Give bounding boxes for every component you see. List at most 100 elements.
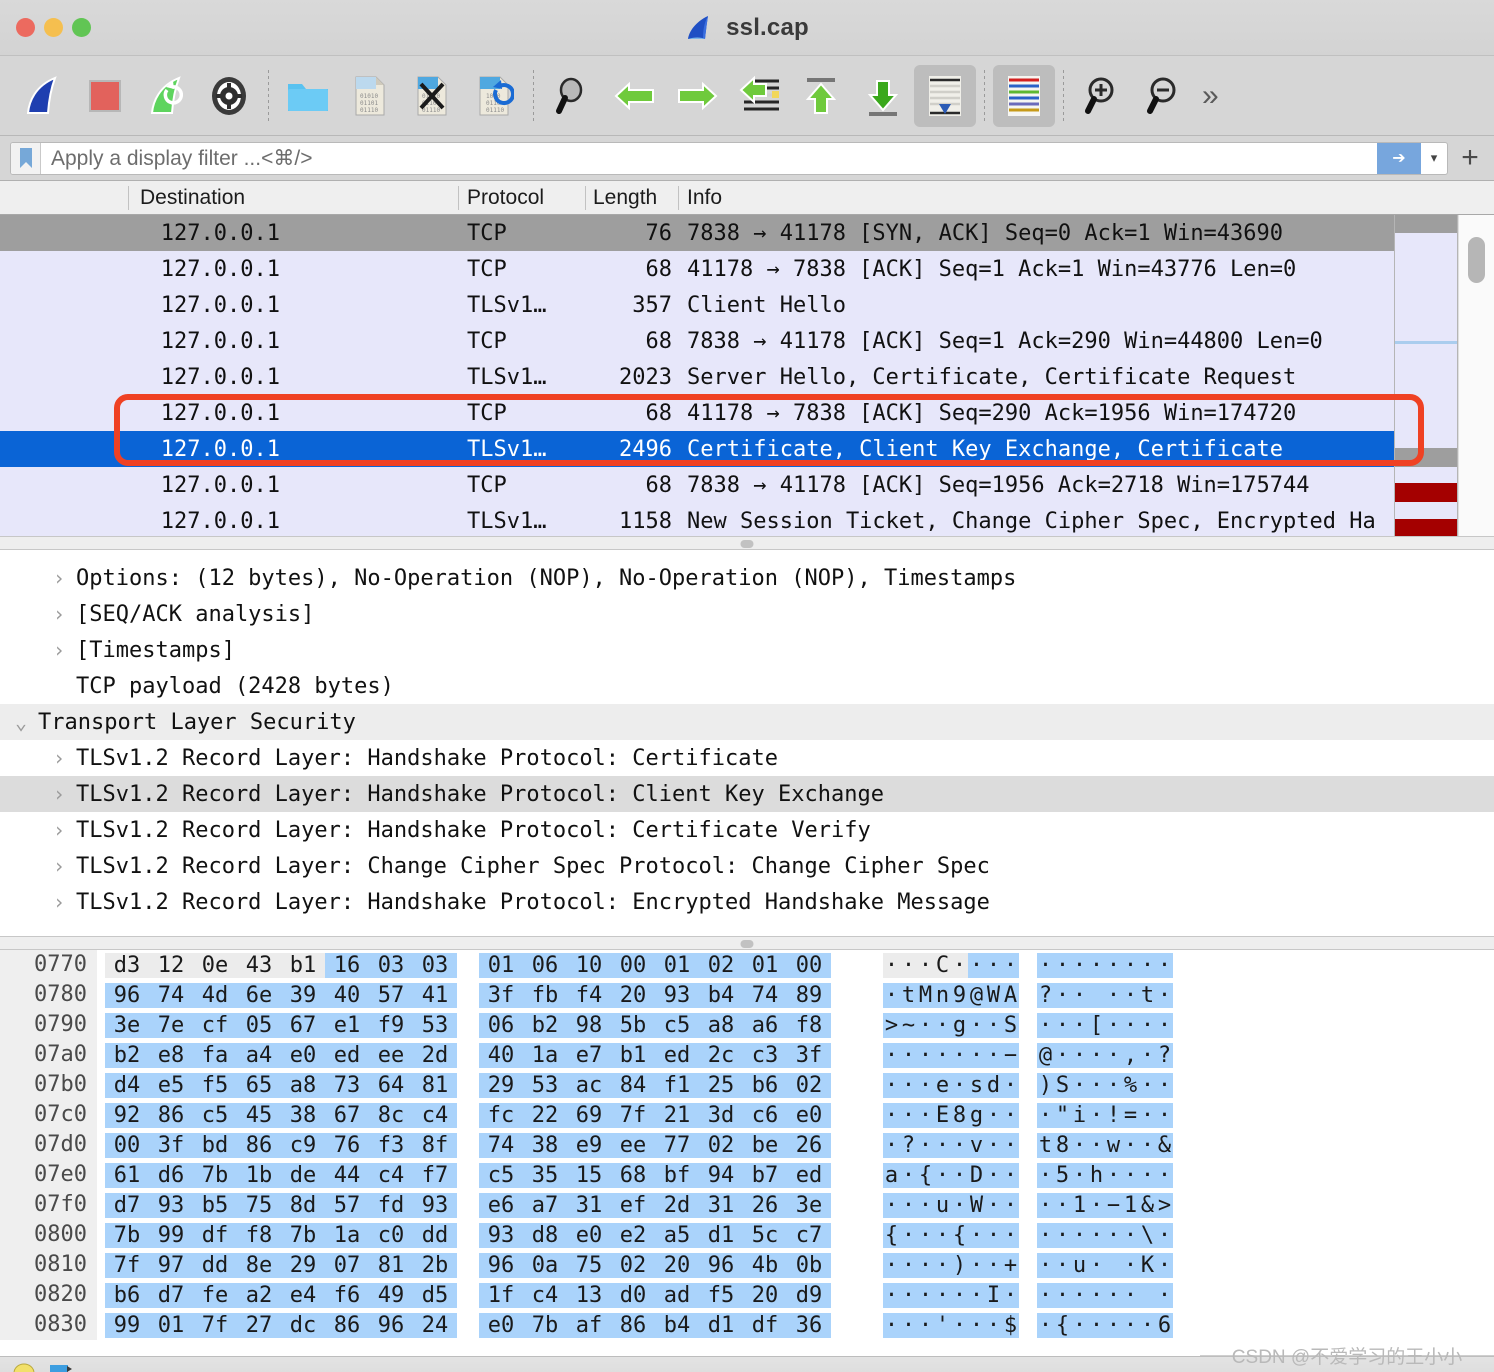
ascii-char[interactable]: · bbox=[968, 1222, 985, 1248]
hex-byte[interactable]: c3 bbox=[743, 1042, 787, 1068]
hex-byte[interactable]: ac bbox=[567, 1072, 611, 1098]
hex-byte[interactable]: 39 bbox=[281, 982, 325, 1008]
ascii-char[interactable]: · bbox=[1156, 1282, 1173, 1308]
hex-byte[interactable]: 67 bbox=[325, 1102, 369, 1128]
hex-byte[interactable]: ee bbox=[611, 1132, 655, 1158]
hex-dump-row[interactable]: 07b0 d4 e5 f5 65 a8 73 64 81 29 53 ac 84 f1 25 b6 02 · · · e… bbox=[0, 1070, 1494, 1100]
ascii-char[interactable]: · bbox=[917, 1192, 934, 1218]
hex-byte[interactable]: 65 bbox=[237, 1072, 281, 1098]
hex-byte[interactable]: d1 bbox=[699, 1312, 743, 1338]
open-file-button[interactable] bbox=[277, 65, 339, 127]
hex-byte[interactable]: 38 bbox=[523, 1132, 567, 1158]
chevron-right-icon[interactable]: › bbox=[48, 818, 70, 842]
hex-byte[interactable]: 57 bbox=[325, 1192, 369, 1218]
chevron-right-icon[interactable]: › bbox=[48, 890, 70, 914]
ascii-char[interactable]: [ bbox=[1088, 1012, 1105, 1038]
hex-byte[interactable]: e9 bbox=[567, 1132, 611, 1158]
ascii-char[interactable]: · bbox=[883, 1312, 900, 1338]
hex-byte[interactable]: de bbox=[281, 1162, 325, 1188]
ascii-char[interactable]: d bbox=[985, 1072, 1002, 1098]
ascii-char[interactable]: K bbox=[1139, 1252, 1156, 1278]
ascii-char[interactable]: · bbox=[1037, 1162, 1054, 1188]
detail-tree-row[interactable]: › TLSv1.2 Record Layer: Handshake Protoco… bbox=[0, 740, 1494, 776]
ascii-char[interactable]: ~ bbox=[900, 1012, 917, 1038]
hex-byte[interactable]: 7e bbox=[149, 1012, 193, 1038]
ascii-char[interactable]: · bbox=[883, 1252, 900, 1278]
ascii-char[interactable]: · bbox=[1105, 1282, 1122, 1308]
ascii-char[interactable]: ' bbox=[934, 1312, 951, 1338]
ascii-char[interactable]: u bbox=[1071, 1252, 1088, 1278]
ascii-char[interactable]: · bbox=[1037, 1222, 1054, 1248]
hex-byte[interactable]: 05 bbox=[237, 1012, 281, 1038]
ascii-char[interactable]: A bbox=[1002, 982, 1019, 1008]
hex-byte[interactable]: fc bbox=[479, 1102, 523, 1128]
hex-byte[interactable]: 73 bbox=[325, 1072, 369, 1098]
column-header-info[interactable]: Info bbox=[678, 181, 1494, 215]
hex-byte[interactable]: 21 bbox=[655, 1102, 699, 1128]
hex-dump-row[interactable]: 0780 96 74 4d 6e 39 40 57 41 3f fb f4 20 93 b4 74 89 · t Mn… bbox=[0, 980, 1494, 1010]
hex-byte[interactable]: d7 bbox=[149, 1282, 193, 1308]
ascii-char[interactable]: · bbox=[917, 1102, 934, 1128]
ascii-char[interactable]: ? bbox=[1037, 982, 1054, 1008]
save-file-button[interactable]: 01010 01101 01110 bbox=[339, 65, 401, 127]
ascii-char[interactable]: 5 bbox=[1054, 1162, 1071, 1188]
restart-capture-button[interactable] bbox=[136, 65, 198, 127]
ascii-char[interactable]: · bbox=[1156, 1072, 1173, 1098]
ascii-char[interactable]: · bbox=[900, 1162, 917, 1188]
go-forward-button[interactable] bbox=[666, 65, 728, 127]
hex-byte[interactable]: 0a bbox=[523, 1252, 567, 1278]
hex-byte[interactable]: 99 bbox=[105, 1312, 149, 1338]
hex-byte[interactable]: 43 bbox=[237, 952, 281, 978]
ascii-char[interactable]: · bbox=[985, 1102, 1002, 1128]
ascii-char[interactable]: · bbox=[951, 1132, 968, 1158]
hex-byte[interactable]: ee bbox=[369, 1042, 413, 1068]
hex-byte[interactable]: 2d bbox=[655, 1192, 699, 1218]
ascii-char[interactable]: + bbox=[1002, 1252, 1019, 1278]
ascii-char[interactable]: · bbox=[934, 1162, 951, 1188]
hex-byte[interactable]: 1a bbox=[523, 1042, 567, 1068]
ascii-char[interactable]: · bbox=[934, 1282, 951, 1308]
hex-dump-row[interactable]: 0790 3e 7e cf 05 67 e1 f9 53 06 b2 98 5b c5 a8 a6 f8 > ~ · ·… bbox=[0, 1010, 1494, 1040]
chevron-right-icon[interactable]: › bbox=[48, 566, 70, 590]
hex-dump-row[interactable]: 07a0 b2 e8 fa a4 e0 ed ee 2d 40 1a e7 b1 ed 2c c3 3f · · · ·… bbox=[0, 1040, 1494, 1070]
ascii-char[interactable]: { bbox=[951, 1222, 968, 1248]
hex-byte[interactable]: 0e bbox=[193, 952, 237, 978]
ascii-char[interactable]: " bbox=[1054, 1102, 1071, 1128]
ascii-char[interactable]: · bbox=[1139, 1312, 1156, 1338]
chevron-right-icon[interactable]: › bbox=[48, 602, 70, 626]
hex-byte[interactable]: 77 bbox=[655, 1132, 699, 1158]
hex-byte[interactable]: 00 bbox=[611, 952, 655, 978]
hex-byte[interactable]: 4d bbox=[193, 982, 237, 1008]
hex-byte[interactable]: b4 bbox=[699, 982, 743, 1008]
hex-byte[interactable]: c5 bbox=[193, 1102, 237, 1128]
hex-byte[interactable]: f6 bbox=[325, 1282, 369, 1308]
ascii-char[interactable] bbox=[1088, 982, 1105, 1008]
ascii-char[interactable]: · bbox=[1139, 1102, 1156, 1128]
packet-row[interactable]: 127.0.0.1 TCP 68 41178 → 7838 [ACK] Seq=290… bbox=[0, 395, 1494, 431]
hex-byte[interactable]: be bbox=[743, 1132, 787, 1158]
hex-byte[interactable]: 3f bbox=[787, 1042, 831, 1068]
hex-byte[interactable]: b7 bbox=[743, 1162, 787, 1188]
hex-byte[interactable]: 81 bbox=[369, 1252, 413, 1278]
ascii-char[interactable]: · bbox=[900, 1222, 917, 1248]
list-detail-splitter[interactable] bbox=[0, 536, 1494, 550]
ascii-char[interactable]: · bbox=[1105, 1012, 1122, 1038]
hex-byte[interactable]: d4 bbox=[105, 1072, 149, 1098]
hex-byte[interactable]: f7 bbox=[413, 1162, 457, 1188]
ascii-char[interactable]: h bbox=[1088, 1162, 1105, 1188]
find-packet-button[interactable] bbox=[542, 65, 604, 127]
ascii-char[interactable]: · bbox=[985, 1162, 1002, 1188]
hex-byte[interactable]: 7f bbox=[105, 1252, 149, 1278]
hex-byte[interactable]: 15 bbox=[567, 1162, 611, 1188]
ascii-char[interactable]: & bbox=[1156, 1132, 1173, 1158]
hex-byte[interactable]: f3 bbox=[369, 1132, 413, 1158]
hex-byte[interactable]: 89 bbox=[787, 982, 831, 1008]
chevron-right-icon[interactable]: › bbox=[48, 746, 70, 770]
hex-byte[interactable]: 75 bbox=[237, 1192, 281, 1218]
ascii-char[interactable]: · bbox=[1071, 1132, 1088, 1158]
hex-byte[interactable]: 7b bbox=[523, 1312, 567, 1338]
ascii-char[interactable]: · bbox=[1156, 952, 1173, 978]
ascii-char[interactable]: · bbox=[951, 1282, 968, 1308]
auto-scroll-button[interactable] bbox=[914, 64, 976, 127]
hex-byte[interactable]: 00 bbox=[105, 1132, 149, 1158]
